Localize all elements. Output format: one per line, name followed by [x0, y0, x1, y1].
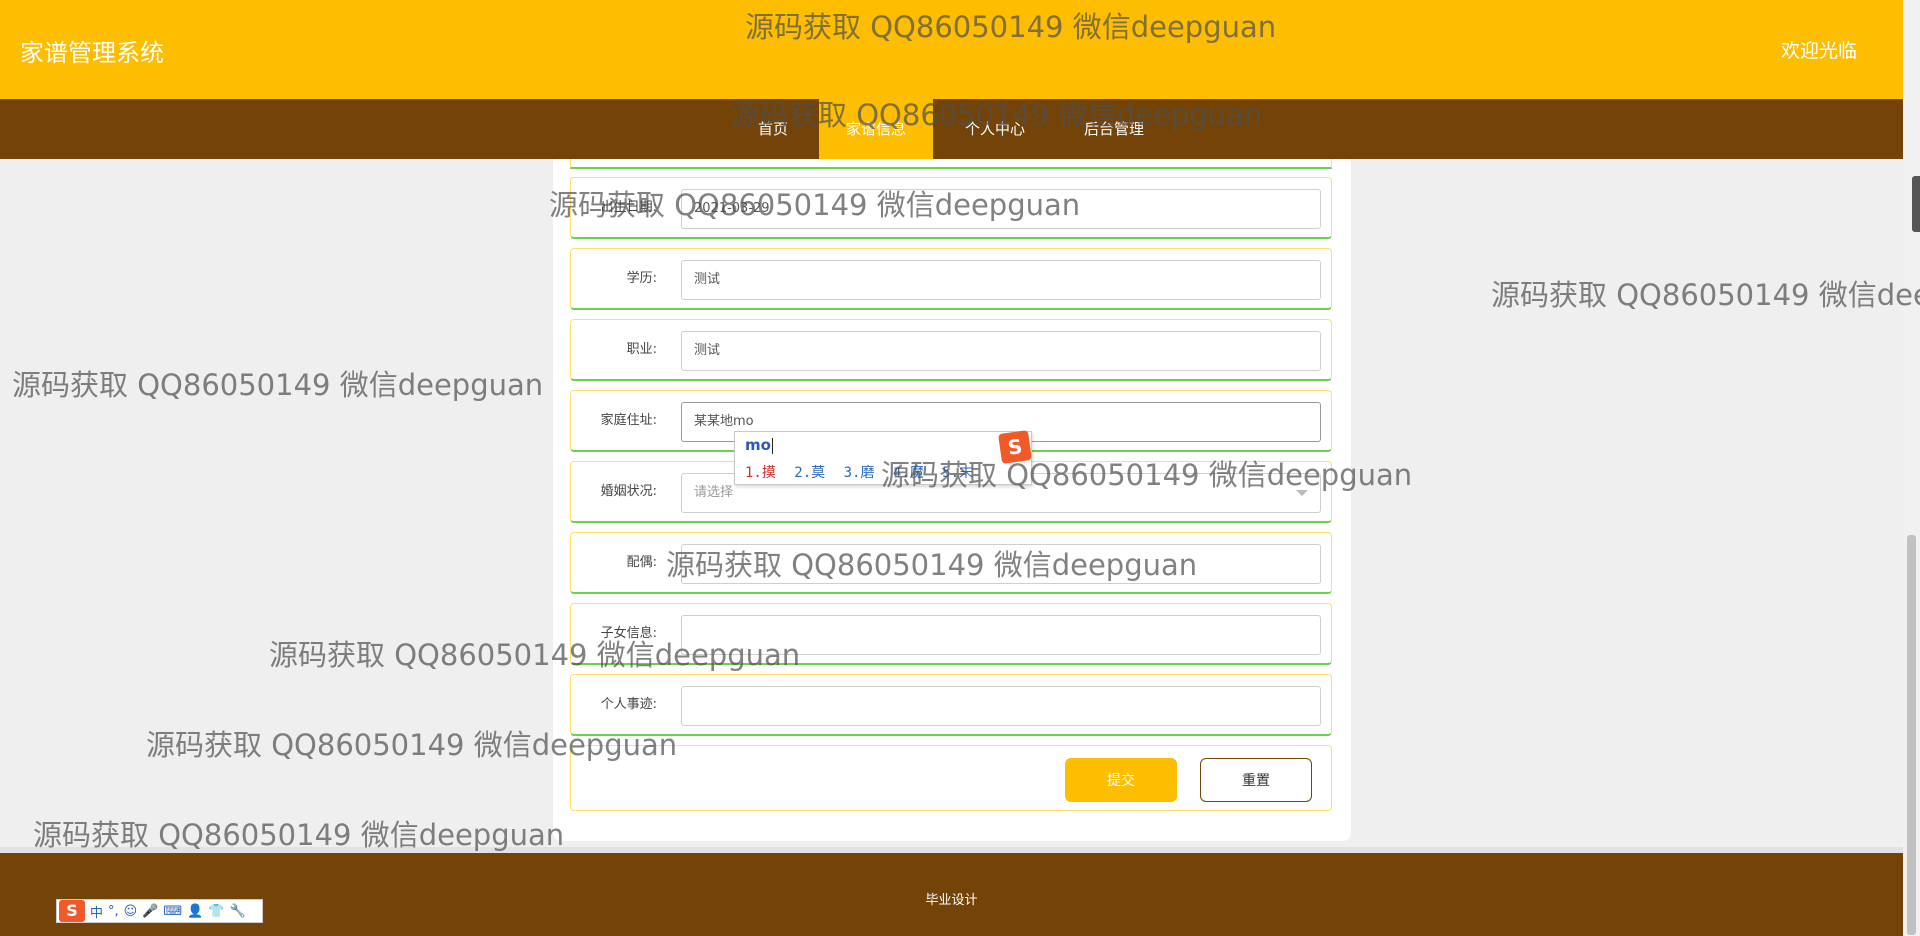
spouse-label: 配偶:	[626, 555, 657, 570]
education-label: 学历:	[626, 271, 657, 286]
address-label: 家庭住址:	[600, 413, 657, 428]
settings-wrench-icon[interactable]: 🔧	[230, 904, 246, 919]
nav-item-admin[interactable]: 后台管理	[1064, 99, 1164, 159]
nav-item-home[interactable]: 首页	[735, 99, 811, 159]
reset-button[interactable]: 重置	[1200, 758, 1312, 802]
ime-candidates: 1.摸 2.莫 3.磨 4.魔 5.末	[745, 462, 983, 482]
form-row-birth-date: 出生日期: 2021-03-29	[570, 177, 1332, 239]
ime-candidate[interactable]: 2.莫	[794, 465, 825, 481]
form-actions: 提交 重置	[570, 745, 1332, 811]
emoji-icon[interactable]: ☺	[124, 904, 138, 919]
nav-item-family-info[interactable]: 家谱信息	[819, 99, 933, 159]
chevron-down-icon	[1296, 490, 1308, 496]
marital-status-placeholder: 请选择	[694, 485, 734, 500]
form-row-deeds: 个人事迹:	[570, 674, 1332, 736]
footer-text: 毕业设计	[925, 893, 978, 908]
punctuation-icon[interactable]: °,	[108, 904, 119, 919]
ime-candidate[interactable]: 5.末	[942, 465, 973, 481]
side-tab-handle[interactable]	[1912, 176, 1920, 232]
form-row-spouse: 配偶:	[570, 532, 1332, 594]
form-row-children: 子女信息:	[570, 603, 1332, 665]
ime-candidate-popup: mo 1.摸 2.莫 3.磨 4.魔 5.末	[734, 431, 1032, 485]
ime-candidate[interactable]: 4.魔	[893, 465, 924, 481]
welcome-text: 欢迎光临	[1780, 40, 1857, 62]
sogou-logo-icon: S	[998, 430, 1032, 464]
sogou-toolbar-icon[interactable]: S	[59, 900, 85, 922]
birth-date-label: 出生日期:	[600, 200, 657, 215]
submit-button[interactable]: 提交	[1065, 758, 1177, 802]
deeds-label: 个人事迹:	[600, 697, 657, 712]
ime-candidate[interactable]: 3.磨	[844, 465, 875, 481]
scrollbar-thumb[interactable]	[1907, 535, 1916, 935]
deeds-field[interactable]	[681, 686, 1321, 726]
marital-status-label: 婚姻状况:	[600, 484, 657, 499]
ime-toolbar: S 中 °, ☺ 🎤 ⌨ 👤 👕 🔧	[56, 899, 263, 923]
ime-mode-icon[interactable]: 中	[90, 902, 103, 921]
birth-date-field[interactable]: 2021-03-29	[681, 189, 1321, 229]
ime-composition: mo	[745, 436, 773, 454]
footer: 毕业设计	[0, 853, 1903, 936]
site-title: 家谱管理系统	[20, 39, 164, 67]
page-scrollbar[interactable]	[1903, 0, 1920, 936]
education-field[interactable]: 测试	[681, 260, 1321, 300]
main-nav: 首页 家谱信息 个人中心 后台管理	[0, 99, 1903, 159]
occupation-field[interactable]: 测试	[681, 331, 1321, 371]
form-row-occupation: 职业: 测试	[570, 319, 1332, 381]
user-icon[interactable]: 👤	[187, 904, 203, 919]
ime-candidate[interactable]: 1.摸	[745, 465, 776, 481]
top-header: 家谱管理系统 欢迎光临	[0, 0, 1903, 99]
keyboard-icon[interactable]: ⌨	[163, 904, 182, 919]
spouse-field[interactable]	[681, 544, 1321, 584]
form-row-clipped	[570, 159, 1332, 169]
microphone-icon[interactable]: 🎤	[142, 904, 158, 919]
occupation-label: 职业:	[626, 342, 657, 357]
nav-item-personal-center[interactable]: 个人中心	[945, 99, 1045, 159]
children-field[interactable]	[681, 615, 1321, 655]
children-label: 子女信息:	[600, 626, 657, 641]
skin-icon[interactable]: 👕	[208, 904, 224, 919]
form-row-education: 学历: 测试	[570, 248, 1332, 310]
watermark: 源码获取 QQ86050149 微信deepguan	[12, 368, 544, 402]
watermark: 源码获取 QQ86050149 微信deepguan	[1491, 278, 1920, 312]
